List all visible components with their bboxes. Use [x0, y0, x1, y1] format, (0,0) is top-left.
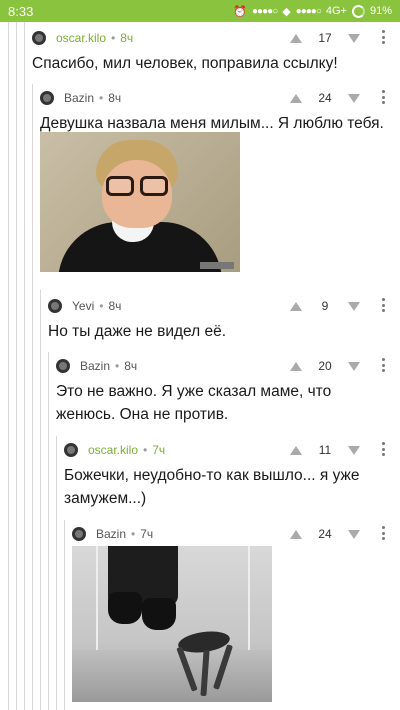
image-detail — [140, 176, 168, 196]
avatar[interactable] — [72, 527, 86, 541]
upvote-icon[interactable] — [290, 361, 302, 371]
comment-text: Это не важно. Я уже сказал маме, что жен… — [56, 383, 332, 423]
network-type: 4G+ — [325, 5, 347, 17]
upvote-icon[interactable] — [290, 529, 302, 539]
avatar[interactable] — [64, 443, 78, 457]
signal-strength-1: ●●●●○ — [251, 5, 278, 17]
downvote-icon[interactable] — [348, 33, 360, 43]
comment-score: 17 — [318, 31, 332, 45]
comment-score: 9 — [321, 299, 329, 313]
comment-time: 8ч — [120, 31, 134, 45]
thread-line — [64, 520, 65, 710]
upvote-icon[interactable] — [290, 301, 302, 311]
upvote-icon[interactable] — [290, 33, 302, 43]
upvote-icon[interactable] — [290, 445, 302, 455]
separator-dot: • — [99, 299, 104, 313]
username[interactable]: oscar.kilo — [88, 443, 138, 457]
comment-score: 24 — [318, 91, 332, 105]
comment-time: 7ч — [140, 527, 154, 541]
vote-controls: 11 — [290, 438, 360, 462]
downvote-icon[interactable] — [348, 301, 360, 311]
image-detail — [108, 592, 142, 624]
vote-controls: 9 — [290, 294, 360, 318]
thread-line — [32, 84, 33, 710]
image-detail — [142, 598, 176, 630]
comment-score: 11 — [318, 443, 332, 457]
thread-line — [40, 290, 41, 710]
avatar[interactable] — [56, 359, 70, 373]
comment: Yevi • 8ч 9 Но ты даже не видел её. — [48, 294, 392, 343]
comment-score: 24 — [318, 527, 332, 541]
avatar[interactable] — [40, 91, 54, 105]
comment-text: Спасибо, мил человек, поправила ссылку! — [32, 55, 338, 72]
more-options-icon[interactable] — [381, 442, 385, 456]
more-options-icon[interactable] — [381, 30, 385, 44]
comment: Bazin • 8ч 20 Это не важно. Я уже сказал… — [56, 354, 392, 426]
separator-dot: • — [115, 359, 120, 373]
more-options-icon[interactable] — [381, 90, 385, 104]
image-detail — [106, 176, 134, 196]
username[interactable]: Bazin — [96, 527, 126, 541]
status-time: 8:33 — [8, 3, 34, 19]
comment-image[interactable] — [72, 546, 272, 702]
comment: Bazin • 8ч 24 Девушка назвала меня милым… — [40, 86, 392, 135]
separator-dot: • — [143, 443, 148, 457]
downvote-icon[interactable] — [348, 93, 360, 103]
thread-line — [56, 436, 57, 710]
username[interactable]: Yevi — [72, 299, 94, 313]
username[interactable]: Bazin — [64, 91, 94, 105]
signal-strength-2: ●●●●○ — [295, 5, 322, 17]
status-bar: 8:33 ⏰ ●●●●○ ◆ ●●●●○ 4G+ 91% — [0, 0, 400, 22]
thread-line — [8, 22, 9, 710]
comment: Bazin • 7ч 24 — [72, 522, 392, 546]
comment-time: 7ч — [152, 443, 166, 457]
separator-dot: • — [131, 527, 136, 541]
image-watermark — [200, 262, 234, 269]
thread-line — [24, 22, 25, 710]
upvote-icon[interactable] — [290, 93, 302, 103]
comment-score: 20 — [318, 359, 332, 373]
more-options-icon[interactable] — [381, 298, 385, 312]
vote-controls: 24 — [290, 522, 360, 546]
comment-text: Но ты даже не видел её. — [48, 323, 227, 340]
vote-controls: 17 — [290, 26, 360, 50]
downvote-icon[interactable] — [348, 445, 360, 455]
thread-line — [16, 22, 17, 710]
avatar[interactable] — [48, 299, 62, 313]
more-options-icon[interactable] — [381, 358, 385, 372]
alarm-icon: ⏰ — [233, 5, 247, 18]
comment: oscar.kilo • 8ч 17 Спасибо, мил человек,… — [32, 26, 392, 75]
comment-text: Божечки, неудобно-то как вышло... я уже … — [64, 467, 360, 507]
username[interactable]: oscar.kilo — [56, 31, 106, 45]
comment-time: 8ч — [108, 91, 122, 105]
vote-controls: 24 — [290, 86, 360, 110]
vote-controls: 20 — [290, 354, 360, 378]
more-options-icon[interactable] — [381, 526, 385, 540]
wifi-icon: ◆ — [282, 5, 291, 18]
downvote-icon[interactable] — [348, 529, 360, 539]
avatar[interactable] — [32, 31, 46, 45]
thread-line — [48, 352, 49, 710]
comment-time: 8ч — [124, 359, 138, 373]
image-detail — [72, 650, 272, 702]
separator-dot: • — [99, 91, 104, 105]
username[interactable]: Bazin — [80, 359, 110, 373]
comment-time: 8ч — [108, 299, 122, 313]
battery-level: 91% — [369, 5, 392, 17]
battery-icon — [351, 4, 365, 18]
comment: oscar.kilo • 7ч 11 Божечки, неудобно-то … — [64, 438, 392, 510]
comment-image[interactable] — [40, 132, 240, 272]
separator-dot: • — [111, 31, 116, 45]
downvote-icon[interactable] — [348, 361, 360, 371]
